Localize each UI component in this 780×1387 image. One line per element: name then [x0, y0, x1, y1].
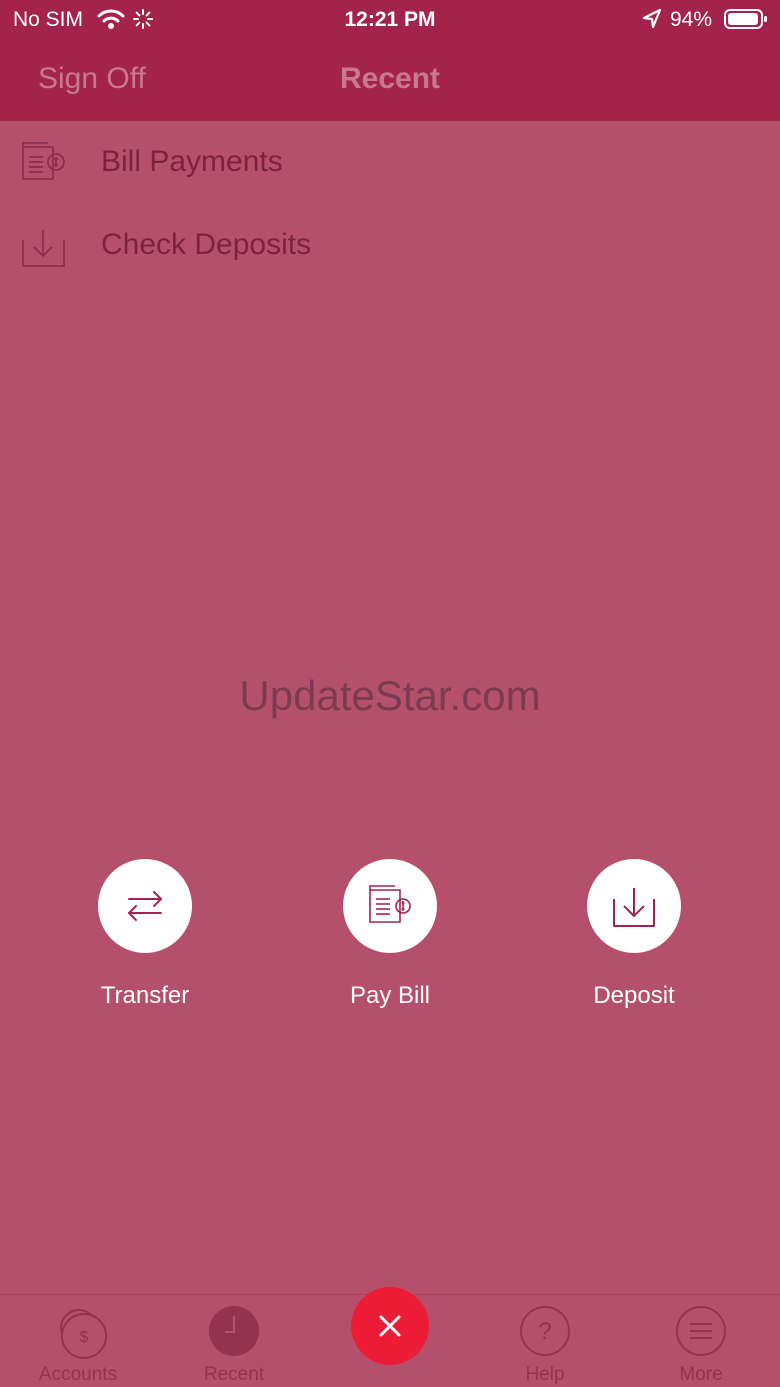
tab-recent[interactable]: Recent: [174, 1295, 294, 1387]
recent-item-check-deposits[interactable]: Check Deposits: [0, 204, 780, 287]
top-bar: No SIM 12:21 PM 94% Sign Off Recent: [0, 0, 780, 121]
deposit-action[interactable]: Deposit: [564, 859, 704, 1019]
clock-icon: [209, 1306, 259, 1356]
recent-list: Bill Payments Check Deposits: [0, 121, 780, 287]
accounts-icon: $: [53, 1306, 107, 1359]
status-bar: No SIM 12:21 PM 94%: [0, 0, 780, 40]
transfer-action[interactable]: Transfer: [75, 859, 215, 1019]
tab-more[interactable]: More: [641, 1295, 761, 1387]
tab-label: More: [679, 1364, 723, 1385]
transfer-button[interactable]: [98, 859, 192, 953]
tab-accounts[interactable]: $ Accounts: [18, 1295, 138, 1387]
svg-text:$: $: [80, 1329, 89, 1346]
clock-time: 12:21 PM: [344, 8, 436, 31]
close-menu-button[interactable]: [351, 1287, 429, 1365]
battery-icon: [724, 8, 768, 36]
app-screen: No SIM 12:21 PM 94% Sign Off Recent Bill…: [0, 0, 780, 1387]
transfer-label: Transfer: [100, 982, 190, 1009]
recent-item-label: Bill Payments: [101, 145, 283, 178]
close-icon: [379, 1315, 401, 1337]
help-icon: ?: [520, 1306, 570, 1356]
pay-bill-action[interactable]: Pay Bill: [320, 859, 460, 1019]
pay-bill-button[interactable]: [343, 859, 437, 953]
deposit-icon: [20, 222, 68, 270]
deposit-button[interactable]: [587, 859, 681, 953]
recent-item-label: Check Deposits: [101, 228, 312, 261]
recent-item-bill-payments[interactable]: Bill Payments: [0, 121, 780, 204]
tab-label: Help: [525, 1364, 565, 1385]
tab-label: Accounts: [38, 1364, 118, 1385]
pay-bill-label: Pay Bill: [349, 982, 431, 1009]
battery-percentage: 94%: [670, 8, 713, 31]
tab-help[interactable]: ? Help: [485, 1295, 605, 1387]
watermark-text: UpdateStar.com: [239, 672, 541, 719]
svg-text:?: ?: [538, 1318, 551, 1345]
location-arrow-icon: [642, 8, 662, 36]
deposit-label: Deposit: [593, 982, 675, 1009]
page-title: Recent: [339, 62, 441, 95]
bill-icon: [20, 139, 68, 187]
menu-icon: [676, 1306, 726, 1356]
tab-label: Recent: [203, 1364, 265, 1385]
